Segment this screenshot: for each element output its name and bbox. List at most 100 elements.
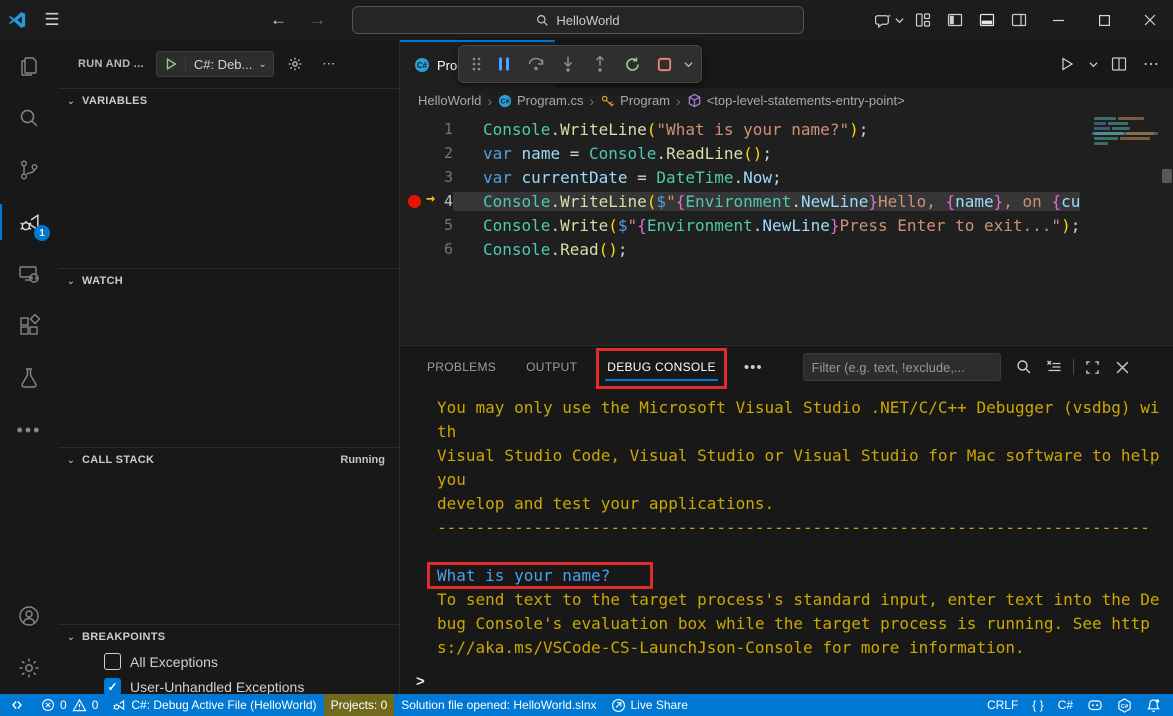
debug-console-input[interactable]: > [400, 668, 1173, 694]
remote-explorer-icon[interactable] [0, 248, 58, 300]
explorer-icon[interactable] [0, 40, 58, 92]
code-line[interactable]: 3var currentDate = DateTime.Now; [400, 165, 1083, 189]
stop-icon[interactable] [649, 49, 679, 79]
nav-forward-icon[interactable]: → [309, 10, 326, 30]
tab-debug-console[interactable]: DEBUG CONSOLE [605, 346, 718, 388]
problems-status[interactable]: 0 0 [34, 694, 105, 716]
csharp-extension-icon[interactable]: C# [1110, 694, 1139, 716]
window-close-button[interactable] [1127, 0, 1173, 40]
csharp-file-icon: C# [498, 94, 512, 108]
watch-header[interactable]: ⌄ WATCH [58, 269, 399, 293]
source-control-icon[interactable] [0, 144, 58, 196]
code-line[interactable]: 6Console.Read(); [400, 237, 1083, 261]
console-filter-input[interactable]: Filter (e.g. text, !exclude,... [803, 353, 1001, 381]
accounts-icon[interactable] [0, 590, 58, 642]
code-text: Console.Read(); [453, 240, 628, 259]
run-file-icon[interactable] [1053, 51, 1081, 77]
sidebar-more-actions-icon[interactable]: ⋯ [316, 52, 342, 76]
start-debug-icon[interactable] [157, 57, 185, 71]
debug-settings-gear-icon[interactable] [282, 52, 308, 76]
code-line[interactable]: 2var name = Console.ReadLine(); [400, 141, 1083, 165]
breadcrumb-entry-point[interactable]: <top-level-statements-entry-point> [687, 93, 905, 108]
toggle-secondary-sidebar-icon[interactable] [1003, 6, 1035, 34]
gutter[interactable]: 1 [400, 120, 453, 138]
toggle-primary-sidebar-icon[interactable] [939, 6, 971, 34]
variables-header[interactable]: ⌄ VARIABLES [58, 89, 399, 113]
launch-config-chevron-icon[interactable]: ⌄ [256, 59, 272, 70]
copilot-status-icon[interactable] [1080, 694, 1110, 716]
breadcrumb-helloworld[interactable]: HelloWorld [418, 93, 481, 108]
step-out-icon[interactable] [585, 49, 615, 79]
breadcrumb-program-cs[interactable]: C# Program.cs [498, 93, 583, 108]
notifications-bell-icon[interactable] [1139, 694, 1173, 716]
extensions-icon[interactable] [0, 300, 58, 352]
remote-indicator[interactable] [0, 694, 34, 716]
language-indicator[interactable]: C# [1051, 694, 1080, 716]
code-line[interactable]: 5Console.Write($"{Environment.NewLine}Pr… [400, 213, 1083, 237]
command-center-search[interactable]: HelloWorld [352, 6, 804, 34]
tab-output[interactable]: OUTPUT [524, 346, 579, 388]
launch-config-label[interactable]: C#: Deb... [185, 57, 257, 72]
testing-icon[interactable] [0, 352, 58, 404]
checkbox-checked[interactable] [104, 678, 121, 695]
clear-console-icon[interactable] [1039, 354, 1069, 380]
copilot-dropdown-chevron-icon[interactable] [891, 6, 907, 34]
console-line: You may only use the Microsoft Visual St… [437, 398, 1173, 422]
toggle-panel-icon[interactable] [971, 6, 1003, 34]
menu-hamburger-icon[interactable]: ☰ [34, 6, 70, 34]
close-panel-icon[interactable] [1108, 354, 1138, 380]
breakpoints-header[interactable]: ⌄ BREAKPOINTS [58, 625, 399, 649]
search-sidebar-icon[interactable] [0, 92, 58, 144]
gutter[interactable]: 2 [400, 144, 453, 162]
editor-more-actions-icon[interactable]: ⋯ [1137, 51, 1165, 77]
nav-back-icon[interactable]: ← [270, 10, 287, 30]
solution-status[interactable]: Solution file opened: HelloWorld.slnx [394, 694, 603, 716]
breakpoint-item-label: User-Unhandled Exceptions [130, 679, 304, 695]
window-minimize-button[interactable] [1035, 0, 1081, 40]
step-over-icon[interactable] [521, 49, 551, 79]
more-views-icon[interactable]: ••• [0, 404, 58, 456]
checkbox-unchecked[interactable] [104, 653, 121, 670]
live-share-icon [611, 698, 626, 713]
console-search-icon[interactable] [1009, 354, 1039, 380]
brackets-indicator[interactable]: { } [1025, 694, 1050, 716]
projects-badge[interactable]: Projects: 0 [324, 694, 395, 716]
run-dropdown-chevron-icon[interactable] [1085, 51, 1101, 77]
code-editor[interactable]: 1Console.WriteLine("What is your name?")… [400, 113, 1173, 345]
settings-gear-icon[interactable] [0, 642, 58, 694]
line-number: 2 [437, 144, 453, 162]
toolbar-drag-grip-icon[interactable] [465, 49, 487, 79]
breadcrumb-program-symbol[interactable]: Program [600, 93, 670, 108]
console-line: th [437, 422, 1173, 446]
launch-config-widget[interactable]: C#: Deb... ⌄ [156, 51, 274, 77]
gutter[interactable]: 6 [400, 240, 453, 258]
gutter[interactable]: 3 [400, 168, 453, 186]
svg-text:C#: C# [417, 61, 428, 70]
debug-console-output[interactable]: You may only use the Microsoft Visual St… [400, 388, 1173, 668]
call-stack-header[interactable]: ⌄ CALL STACK Running [58, 448, 399, 472]
restart-icon[interactable] [617, 49, 647, 79]
breakpoint-item[interactable]: All Exceptions [58, 649, 399, 674]
split-editor-icon[interactable] [1105, 51, 1133, 77]
stop-dropdown-chevron-icon[interactable] [681, 49, 695, 79]
panel-more-tabs-icon[interactable]: ••• [744, 359, 763, 376]
window-maximize-button[interactable] [1081, 0, 1127, 40]
debug-status[interactable]: C#: Debug Active File (HelloWorld) [105, 694, 323, 716]
minimap[interactable] [1092, 117, 1158, 345]
breakpoint-dot[interactable] [408, 195, 421, 208]
eol-indicator[interactable]: CRLF [980, 694, 1025, 716]
customize-layout-icon[interactable] [907, 6, 939, 34]
live-share-button[interactable]: Live Share [604, 694, 695, 716]
run-and-debug-icon[interactable]: 1 [0, 196, 58, 248]
code-line[interactable]: 1Console.WriteLine("What is your name?")… [400, 117, 1083, 141]
step-into-icon[interactable] [553, 49, 583, 79]
search-icon [536, 14, 549, 27]
annotation-box-console-output: What is your name? [427, 562, 653, 589]
gutter[interactable]: 5 [400, 216, 453, 234]
code-line[interactable]: 4→Console.WriteLine($"{Environment.NewLi… [400, 189, 1083, 213]
pause-icon[interactable] [489, 49, 519, 79]
editor-scrollbar[interactable] [1162, 169, 1172, 183]
debug-toolbar [458, 45, 702, 83]
tab-problems[interactable]: PROBLEMS [425, 346, 498, 388]
maximize-panel-icon[interactable] [1078, 354, 1108, 380]
